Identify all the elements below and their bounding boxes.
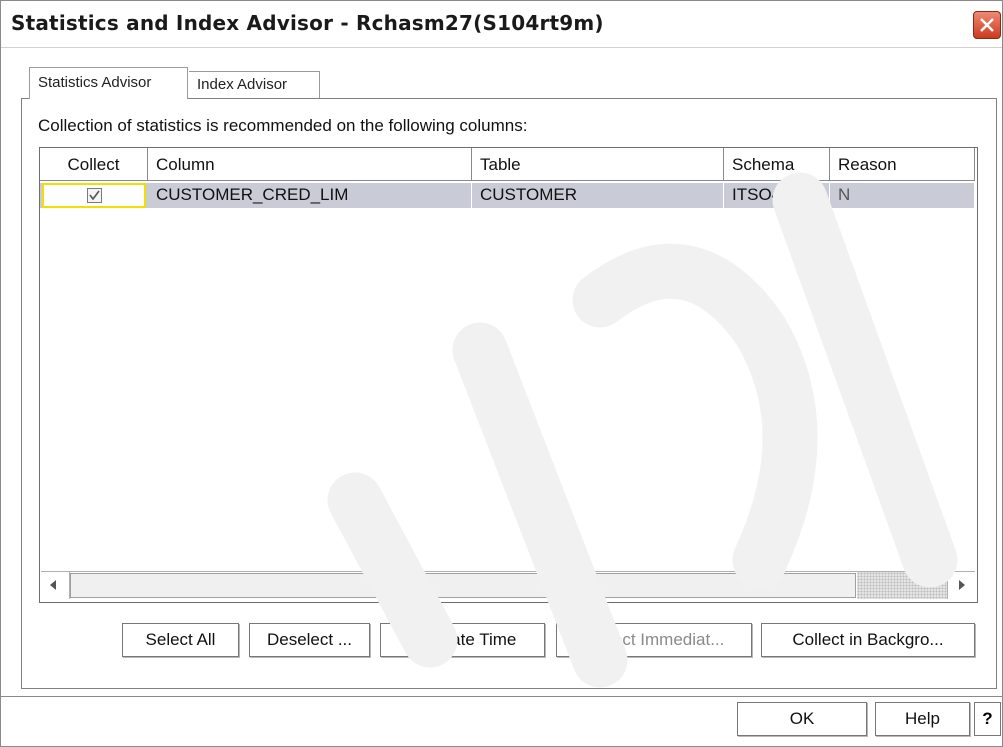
column-header-column[interactable]: Column bbox=[148, 148, 472, 181]
description-label: Collection of statistics is recommended … bbox=[38, 116, 528, 135]
chevron-right-icon bbox=[959, 580, 965, 590]
close-button[interactable] bbox=[973, 11, 1001, 39]
scroll-right-button[interactable] bbox=[947, 572, 976, 599]
context-help-button[interactable]: ? bbox=[974, 702, 1001, 736]
statistics-table: Collect Column Table Schema Reason CUSTO… bbox=[39, 147, 978, 603]
cell-table: CUSTOMER bbox=[472, 183, 724, 208]
deselect-button[interactable]: Deselect ... bbox=[249, 623, 370, 657]
tab-index-advisor[interactable]: Index Advisor bbox=[189, 71, 320, 98]
title-bar: Statistics and Index Advisor - Rchasm27(… bbox=[1, 1, 1002, 48]
horizontal-scrollbar[interactable] bbox=[41, 571, 976, 600]
collect-immediately-button[interactable]: Collect Immediat... bbox=[556, 623, 752, 657]
close-icon bbox=[980, 18, 994, 32]
cell-reason: N bbox=[830, 183, 975, 208]
select-all-button[interactable]: Select All bbox=[122, 623, 239, 657]
collect-in-background-button[interactable]: Collect in Backgro... bbox=[761, 623, 975, 657]
cell-schema: ITSO4710 bbox=[724, 183, 830, 208]
window-title: Statistics and Index Advisor - Rchasm27(… bbox=[11, 11, 604, 35]
tab-statistics-advisor[interactable]: Statistics Advisor bbox=[29, 67, 188, 99]
dialog-window: Statistics and Index Advisor - Rchasm27(… bbox=[0, 0, 1003, 747]
estimate-time-button[interactable]: Estimate Time bbox=[380, 623, 545, 657]
column-header-reason[interactable]: Reason bbox=[830, 148, 975, 181]
scroll-left-button[interactable] bbox=[41, 572, 70, 599]
footer-divider bbox=[1, 696, 1002, 697]
collect-checkbox[interactable] bbox=[87, 188, 102, 203]
column-header-collect[interactable]: Collect bbox=[40, 148, 148, 181]
help-button[interactable]: Help bbox=[875, 702, 970, 736]
column-header-table[interactable]: Table bbox=[472, 148, 724, 181]
scrollbar-thumb[interactable] bbox=[70, 573, 856, 598]
checkmark-icon bbox=[89, 190, 100, 201]
table-header: Collect Column Table Schema Reason bbox=[40, 148, 977, 183]
ok-button[interactable]: OK bbox=[737, 702, 867, 736]
chevron-left-icon bbox=[50, 580, 56, 590]
table-row[interactable]: CUSTOMER_CRED_LIM CUSTOMER ITSO4710 N bbox=[40, 183, 975, 208]
scrollbar-track[interactable] bbox=[857, 572, 947, 599]
cell-column: CUSTOMER_CRED_LIM bbox=[148, 183, 472, 208]
collect-cell[interactable] bbox=[42, 183, 146, 208]
column-header-schema[interactable]: Schema bbox=[724, 148, 830, 181]
